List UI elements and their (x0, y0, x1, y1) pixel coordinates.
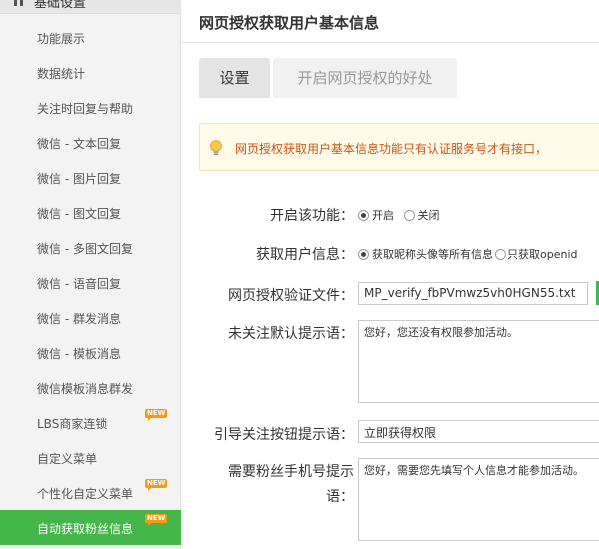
sidebar-item-label: 数据统计 (37, 67, 86, 81)
sidebar-item-label: 微信模板消息群发 (37, 382, 134, 396)
sidebar-item-article-reply[interactable]: 微信 - 图文回复 (0, 195, 181, 230)
phone-tip-label: 需要粉丝手机号提示 (228, 464, 354, 480)
enable-label: 开启该功能： (270, 208, 354, 224)
sidebar-item-label: 自定义菜单 (37, 452, 98, 466)
page-title: 网页授权获取用户基本信息 (199, 14, 380, 32)
sidebar-item-mass-message[interactable]: 微信 - 群发消息 (0, 300, 181, 335)
sidebar-item-label: 微信 - 文本回复 (37, 137, 121, 151)
sidebar-item-feature-display[interactable]: 功能展示 (0, 20, 181, 55)
grid-icon (14, 0, 24, 6)
new-badge: NEW (145, 514, 168, 526)
sidebar-item-follow-reply[interactable]: 关注时回复与帮助 (0, 90, 181, 125)
sidebar-item-label: 微信 - 模板消息 (37, 347, 121, 361)
sidebar: 基础设置 功能展示 数据统计 关注时回复与帮助 微信 - 文本回复 微信 - 图… (0, 0, 181, 549)
enable-off-radio[interactable] (403, 210, 415, 221)
sidebar-item-label: LBS商家连锁 (37, 417, 108, 431)
sidebar-item-label: 关注时回复与帮助 (37, 102, 134, 116)
sidebar-item-personalized-menu[interactable]: 个性化自定义菜单 NEW (0, 475, 181, 510)
unfollow-tip-label: 未关注默认提示语： (228, 326, 354, 342)
phone-tip-label-cont: 语： (326, 489, 354, 505)
follow-button-tip-input[interactable]: 立即获得权限 (358, 420, 599, 443)
sidebar-item-label: 自动获取粉丝信息 (37, 522, 134, 536)
sidebar-item-template-mass[interactable]: 微信模板消息群发 (0, 370, 181, 405)
sidebar-item-multi-article-reply[interactable]: 微信 - 多图文回复 (0, 230, 181, 265)
user-info-openid-radio[interactable] (495, 249, 506, 260)
sidebar-item-auto-fan-info[interactable]: 自动获取粉丝信息 NEW (0, 510, 181, 545)
sidebar-item-template-message[interactable]: 微信 - 模板消息 (0, 335, 181, 370)
sidebar-section-header[interactable]: 基础设置 (0, 0, 181, 14)
unfollow-tip-textarea[interactable]: 您好，您还没有权限参加活动。 (358, 320, 599, 403)
notice-banner: 网页授权获取用户基本信息功能只有认证服务号才有接口， (199, 123, 599, 171)
user-info-openid-label[interactable]: 只获取openid (507, 248, 578, 261)
sidebar-item-label: 微信 - 图片回复 (37, 172, 121, 186)
sidebar-item-statistics[interactable]: 数据统计 (0, 55, 181, 90)
user-info-label: 获取用户信息： (256, 247, 354, 263)
verify-file-input[interactable]: MP_verify_fbPVmwz5vh0HGN55.txt (358, 282, 588, 305)
verify-file-label: 网页授权验证文件： (228, 288, 354, 304)
enable-on-label[interactable]: 开启 (372, 209, 394, 222)
enable-off-label[interactable]: 关闭 (418, 209, 440, 222)
sidebar-item-text-reply[interactable]: 微信 - 文本回复 (0, 125, 181, 160)
tab-benefits[interactable]: 开启网页授权的好处 (273, 58, 457, 98)
new-badge: NEW (145, 479, 168, 491)
tab-settings[interactable]: 设置 (199, 58, 270, 98)
user-info-radio-group: 获取昵称头像等所有信息 只获取openid (358, 246, 584, 262)
enable-on-radio[interactable] (358, 210, 369, 221)
notice-text: 网页授权获取用户基本信息功能只有认证服务号才有接口， (235, 142, 548, 156)
sidebar-item-label: 功能展示 (37, 32, 86, 46)
sidebar-item-lbs-chain[interactable]: LBS商家连锁 NEW (0, 405, 181, 440)
lightbulb-icon (210, 140, 222, 155)
sidebar-item-label: 微信 - 群发消息 (37, 312, 121, 326)
sidebar-item-image-reply[interactable]: 微信 - 图片回复 (0, 160, 181, 195)
sidebar-item-label: 微信 - 图文回复 (37, 207, 121, 221)
enable-radio-group: 开启 关闭 (358, 207, 446, 223)
sidebar-item-voice-reply[interactable]: 微信 - 语音回复 (0, 265, 181, 300)
sidebar-section-title: 基础设置 (34, 0, 87, 11)
new-badge: NEW (145, 409, 168, 421)
sidebar-item-label: 微信 - 多图文回复 (37, 242, 133, 256)
follow-button-tip-label: 引导关注按钮提示语： (214, 427, 354, 443)
sidebar-item-label: 微信 - 语音回复 (37, 277, 121, 291)
user-info-all-label[interactable]: 获取昵称头像等所有信息 (372, 248, 493, 261)
phone-tip-textarea[interactable]: 您好，需要您先填写个人信息才能参加活动。 (358, 458, 599, 541)
sidebar-item-custom-menu[interactable]: 自定义菜单 (0, 440, 181, 475)
divider (181, 42, 599, 43)
sidebar-item-label: 个性化自定义菜单 (37, 487, 134, 501)
user-info-all-radio[interactable] (358, 249, 369, 260)
